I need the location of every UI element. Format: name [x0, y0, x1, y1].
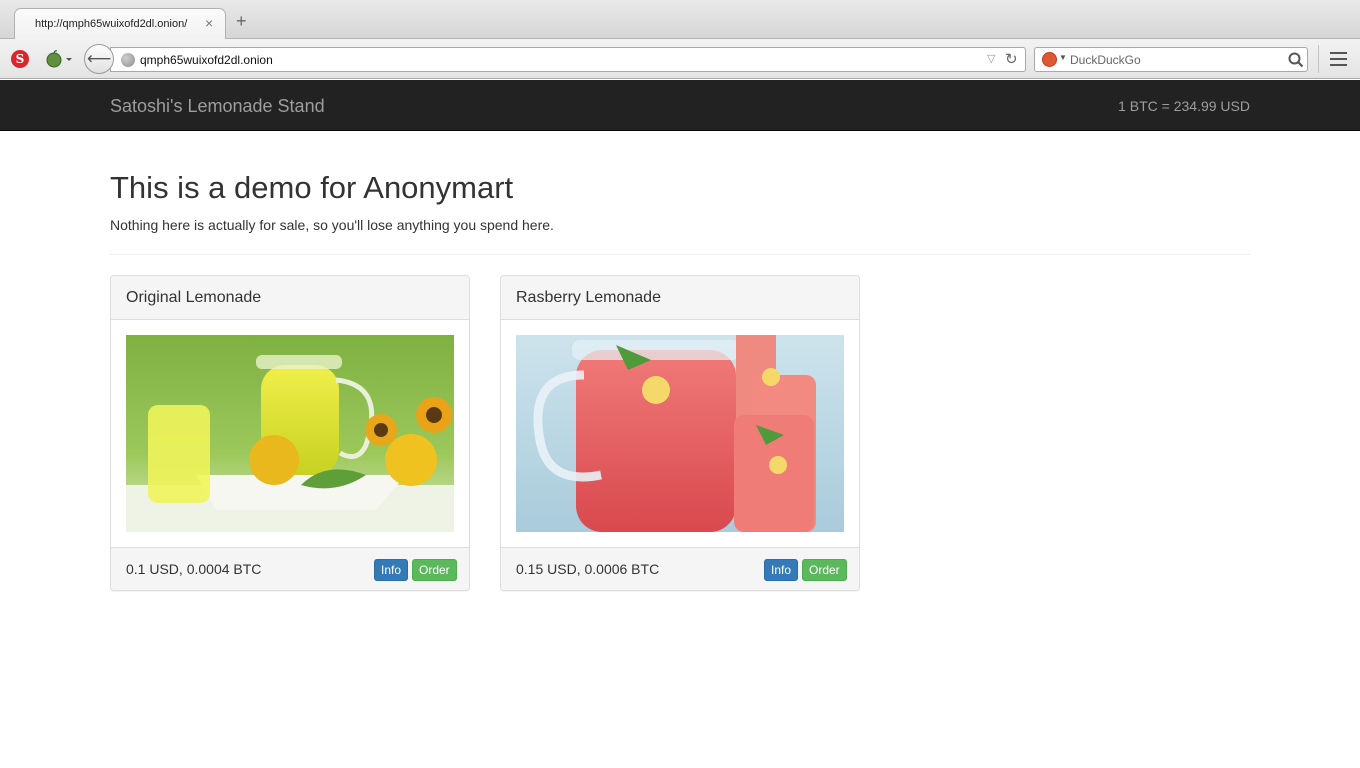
search-icon[interactable] [1287, 51, 1305, 69]
product-card-footer: 0.1 USD, 0.0004 BTC Info Order [111, 547, 469, 590]
tab-title: http://qmph65wuixofd2dl.onion/ [35, 18, 188, 30]
url-text[interactable]: qmph65wuixofd2dl.onion [140, 53, 273, 67]
toolbar-divider [1318, 45, 1319, 73]
globe-icon [121, 53, 135, 67]
browser-toolbar: S qmph65wuixofd2dl.onion ▽ ↻ ⟵ ▼ DuckDuc… [0, 39, 1360, 79]
search-placeholder[interactable]: DuckDuckGo [1070, 53, 1141, 67]
product-price: 0.1 USD, 0.0004 BTC [126, 561, 262, 577]
product-image-rasberry-lemonade [516, 335, 844, 532]
product-card-original: Original Lemonade 0.1 USD, 0.0004 BTC In… [110, 275, 470, 591]
menu-icon[interactable] [1330, 52, 1347, 66]
browser-tab[interactable]: http://qmph65wuixofd2dl.onion/ × [14, 8, 226, 40]
order-button[interactable]: Order [802, 559, 847, 581]
duckduckgo-icon[interactable] [1042, 52, 1057, 67]
product-name: Rasberry Lemonade [516, 289, 661, 306]
page-description: Nothing here is actually for sale, so yo… [110, 217, 554, 233]
new-tab-button[interactable]: + [236, 12, 247, 30]
divider [110, 254, 1250, 255]
url-history-dropdown-icon[interactable]: ▽ [987, 52, 995, 65]
product-card-rasberry: Rasberry Lemonade 0.15 USD, 0.0006 BTC I… [500, 275, 860, 591]
site-navbar: Satoshi's Lemonade Stand 1 BTC = 234.99 … [0, 80, 1360, 131]
product-card-heading: Rasberry Lemonade [501, 276, 859, 320]
product-card-footer: 0.15 USD, 0.0006 BTC Info Order [501, 547, 859, 590]
btc-rate: 1 BTC = 234.99 USD [1118, 98, 1250, 114]
url-bar[interactable]: qmph65wuixofd2dl.onion ▽ ↻ [110, 47, 1026, 72]
product-name: Original Lemonade [126, 289, 262, 306]
search-input[interactable]: ▼ DuckDuckGo [1034, 47, 1308, 72]
order-button[interactable]: Order [412, 559, 457, 581]
close-icon[interactable]: × [205, 15, 213, 31]
page-title: This is a demo for Anonymart [110, 170, 514, 205]
chevron-down-icon[interactable]: ▼ [1059, 53, 1067, 62]
info-button[interactable]: Info [764, 559, 799, 581]
back-button[interactable]: ⟵ [84, 44, 114, 74]
product-price: 0.15 USD, 0.0006 BTC [516, 561, 660, 577]
extension-s-icon[interactable]: S [11, 50, 29, 68]
reload-icon[interactable]: ↻ [1005, 50, 1018, 68]
product-card-heading: Original Lemonade [111, 276, 469, 320]
tor-onion-icon[interactable] [45, 50, 75, 68]
browser-tab-strip: http://qmph65wuixofd2dl.onion/ × + [0, 0, 1360, 40]
brand-link[interactable]: Satoshi's Lemonade Stand [110, 96, 325, 117]
product-image-lemonade [126, 335, 454, 532]
info-button[interactable]: Info [374, 559, 409, 581]
